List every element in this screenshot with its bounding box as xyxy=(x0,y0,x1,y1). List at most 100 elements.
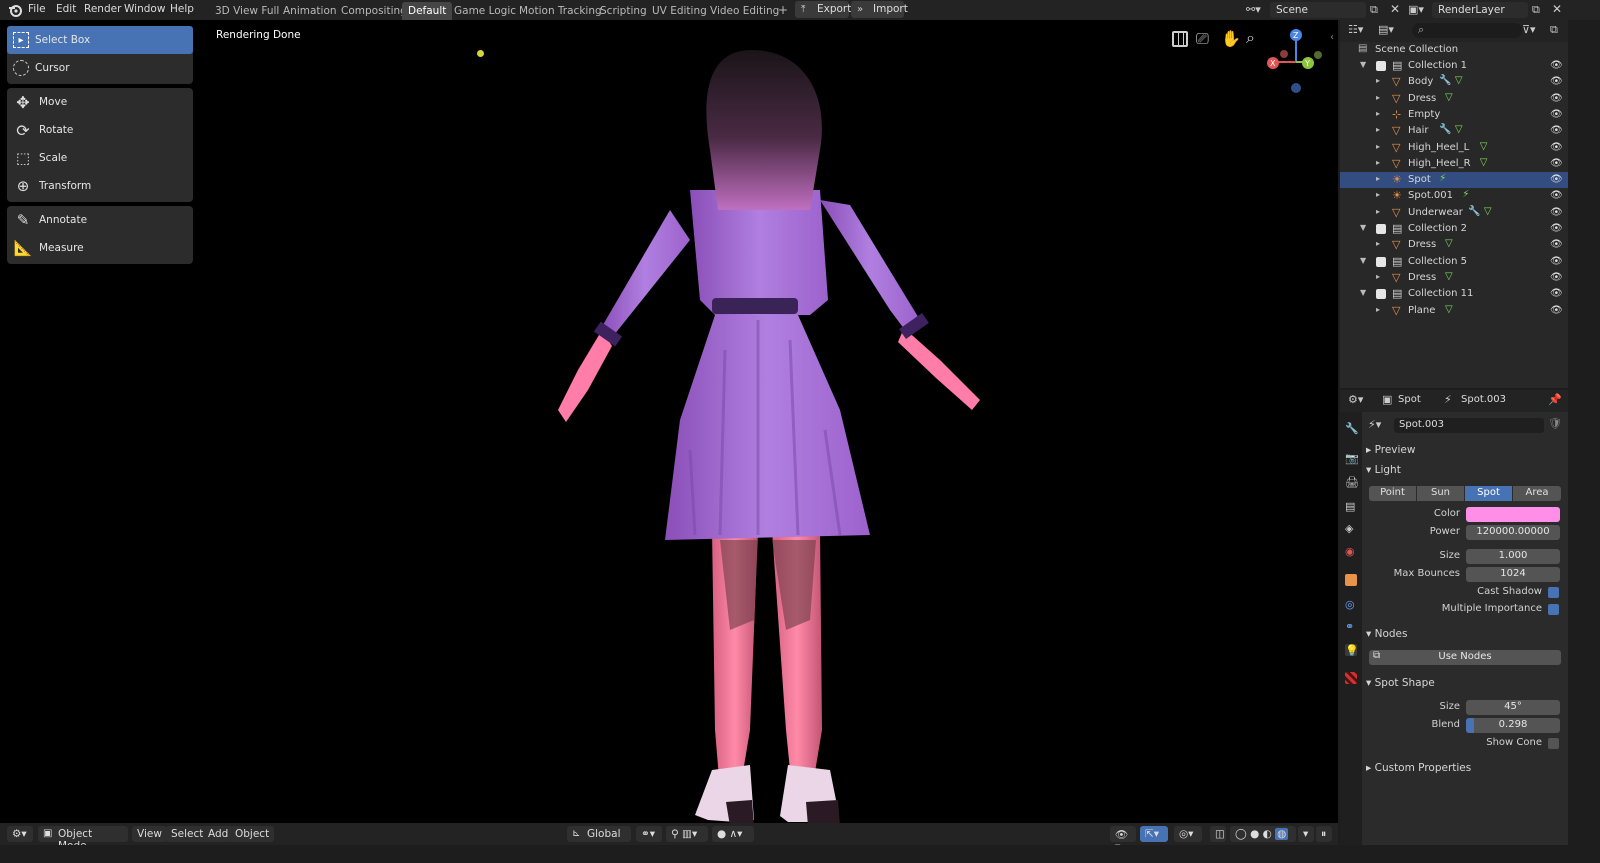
light-type-area[interactable]: Area xyxy=(1513,486,1561,501)
visibility-eye-icon[interactable]: 👁 xyxy=(1550,207,1563,219)
collapse-arrow-icon[interactable]: ▸ xyxy=(1376,174,1380,183)
tool-annotate[interactable]: ✎ Annotate xyxy=(7,206,193,234)
export-button[interactable]: ⤒ Export xyxy=(795,1,851,18)
outliner-object-row[interactable]: ▸ ⊹ Empty 👁 xyxy=(1340,107,1568,123)
collapse-arrow-icon[interactable]: ▸ xyxy=(1376,93,1380,102)
collapse-arrow-icon[interactable]: ▸ xyxy=(1376,109,1380,118)
section-preview[interactable]: ▸ Preview xyxy=(1366,444,1415,456)
shading-mode-icons[interactable]: ◯ ● ◐ ◍ xyxy=(1230,826,1296,842)
constraints-tab-icon[interactable]: ⚭ xyxy=(1345,620,1357,633)
spot-size-field[interactable]: 45° xyxy=(1466,700,1560,715)
tool-transform[interactable]: ⊕ Transform xyxy=(7,172,193,200)
collapse-arrow-icon[interactable]: ▸ xyxy=(1376,76,1380,85)
cast-shadow-checkbox[interactable] xyxy=(1548,587,1559,598)
output-tab-icon[interactable]: 🖨 xyxy=(1345,476,1359,489)
outliner-collection-row[interactable]: ▼ ▤ Collection 2 👁 xyxy=(1340,221,1568,237)
outliner-object-row[interactable]: ▸ ▽ Dress ▽ 👁 xyxy=(1340,270,1568,286)
proportional-edit-icon[interactable]: ● ∧▾ xyxy=(712,826,754,842)
scene-selector-icon[interactable]: ⚯▾ xyxy=(1246,3,1261,16)
shading-dropdown-icon[interactable]: ▾ xyxy=(1298,826,1314,842)
blender-logo-icon[interactable] xyxy=(8,3,22,20)
color-swatch[interactable] xyxy=(1466,507,1560,522)
outliner-collection-row[interactable]: ▼ ▤ Collection 11 👁 xyxy=(1340,286,1568,302)
collection-checkbox[interactable] xyxy=(1376,61,1386,71)
outliner-object-row[interactable]: ▸ ▽ Hair 🔧 ▽ 👁 xyxy=(1340,123,1568,139)
scene-tab-icon[interactable]: ◈ xyxy=(1345,522,1357,535)
view-layer-icon[interactable]: ▣▾ xyxy=(1408,3,1424,16)
tool-select-box[interactable]: ▸ Select Box xyxy=(7,26,193,54)
grid-view-icon[interactable] xyxy=(1172,31,1188,47)
outliner-editor-icon[interactable]: ☷▾ xyxy=(1348,23,1363,36)
view-menu[interactable]: View xyxy=(132,826,167,842)
overlay-toggle-icon[interactable]: ◎▾ xyxy=(1174,826,1202,842)
xray-toggle-icon[interactable]: ◫ xyxy=(1210,826,1226,842)
new-scene-icon[interactable]: ⧉ xyxy=(1370,3,1378,17)
physics-tab-icon[interactable]: ◎ xyxy=(1345,598,1357,611)
remove-layer-icon[interactable]: ✕ xyxy=(1552,2,1562,16)
menu-help[interactable]: Help xyxy=(170,3,194,15)
visibility-eye-icon[interactable]: 👁 xyxy=(1550,125,1563,137)
collection-checkbox[interactable] xyxy=(1376,224,1386,234)
editor-type-icon[interactable]: ⚙▾ xyxy=(7,826,33,842)
tool-cursor[interactable]: Cursor xyxy=(7,54,193,82)
light-type-sun[interactable]: Sun xyxy=(1417,486,1464,501)
expand-arrow-icon[interactable]: ▼ xyxy=(1360,60,1366,69)
collapse-arrow-icon[interactable]: ▸ xyxy=(1376,158,1380,167)
light-datablock-icon[interactable]: ⚡▾ xyxy=(1368,418,1381,431)
light-data-tab-icon[interactable]: 💡 xyxy=(1345,644,1359,657)
tab-default[interactable]: Default xyxy=(402,2,453,20)
visibility-icon[interactable]: 👁▾ xyxy=(1110,826,1136,853)
import-button[interactable]: » Import xyxy=(851,1,908,18)
outliner-object-row[interactable]: ▸ ☀ Spot.001 ⚡ 👁 xyxy=(1340,188,1568,204)
pivot-icon[interactable]: ⚭▾ xyxy=(636,826,662,842)
tool-measure[interactable]: 📐 Measure xyxy=(7,234,193,262)
visibility-eye-icon[interactable]: 👁 xyxy=(1550,109,1563,121)
view-layer-tab-icon[interactable]: ▤ xyxy=(1345,500,1357,513)
light-datablock-field[interactable]: Spot.003 xyxy=(1394,418,1544,433)
camera-view-icon[interactable]: ⎚ xyxy=(1196,29,1209,49)
outliner-scene-collection[interactable]: ▤ Scene Collection xyxy=(1340,42,1568,58)
tool-scale[interactable]: ⬚ Scale xyxy=(7,144,193,172)
collapse-arrow-icon[interactable]: ▸ xyxy=(1376,207,1380,216)
collection-checkbox[interactable] xyxy=(1376,289,1386,300)
blend-slider[interactable]: 0.298 xyxy=(1466,718,1560,733)
outliner-object-row[interactable]: ▸ ▽ Underwear 🔧 ▽ 👁 xyxy=(1340,205,1568,221)
max-bounces-field[interactable]: 1024 xyxy=(1466,567,1560,582)
show-cone-checkbox[interactable] xyxy=(1548,738,1559,749)
expand-arrow-icon[interactable]: ▼ xyxy=(1360,288,1366,297)
menu-window[interactable]: Window xyxy=(124,3,165,15)
filter-icon[interactable]: ⊽▾ xyxy=(1522,23,1536,36)
outliner-object-row[interactable]: ▸ ▽ Dress ▽ 👁 xyxy=(1340,91,1568,107)
tab-uv-editing[interactable]: UV Editing xyxy=(646,2,713,20)
tool-move[interactable]: ✥ Move xyxy=(7,88,193,116)
menu-file[interactable]: File xyxy=(28,3,46,15)
collection-checkbox[interactable] xyxy=(1376,256,1386,267)
expand-arrow-icon[interactable]: ▼ xyxy=(1360,256,1366,265)
visibility-eye-icon[interactable]: 👁 xyxy=(1550,223,1563,235)
navigation-gizmo[interactable]: Z Y X xyxy=(1262,26,1326,96)
light-type-point[interactable]: Point xyxy=(1369,486,1416,501)
mode-selector[interactable]: ▣ Object Mode xyxy=(38,826,128,852)
tool-rotate[interactable]: ⟳ Rotate xyxy=(7,116,193,144)
pan-hand-icon[interactable]: ✋ xyxy=(1221,29,1241,48)
section-spot-shape[interactable]: ▾ Spot Shape xyxy=(1366,677,1435,689)
visibility-eye-icon[interactable]: 👁 xyxy=(1550,76,1563,88)
outliner-search-input[interactable]: ⌕ xyxy=(1412,23,1522,38)
tab-game-logic[interactable]: Game Logic xyxy=(448,2,522,20)
visibility-eye-icon[interactable]: 👁 xyxy=(1550,305,1563,317)
section-custom-properties[interactable]: ▸ Custom Properties xyxy=(1366,762,1471,774)
light-dot-icon[interactable] xyxy=(477,50,484,57)
light-type-spot[interactable]: Spot xyxy=(1465,486,1512,501)
menu-edit[interactable]: Edit xyxy=(56,3,76,15)
pause-render-icon[interactable]: ⏸ xyxy=(1316,826,1332,842)
expand-arrow-icon[interactable]: ▼ xyxy=(1360,223,1366,232)
zoom-icon[interactable]: ⌕ xyxy=(1246,28,1255,48)
texture-tab-icon[interactable] xyxy=(1345,672,1357,684)
section-light[interactable]: ▾ Light xyxy=(1366,464,1401,476)
power-field[interactable]: 120000.00000 xyxy=(1466,525,1560,540)
new-collection-icon[interactable]: ⧉ xyxy=(1550,23,1558,37)
scene-name-field[interactable]: Scene xyxy=(1270,2,1366,18)
remove-scene-icon[interactable]: ✕ xyxy=(1390,2,1400,16)
tab-animation[interactable]: Animation xyxy=(277,2,343,20)
outliner-collection-row[interactable]: ▼ ▤ Collection 5 👁 xyxy=(1340,254,1568,270)
